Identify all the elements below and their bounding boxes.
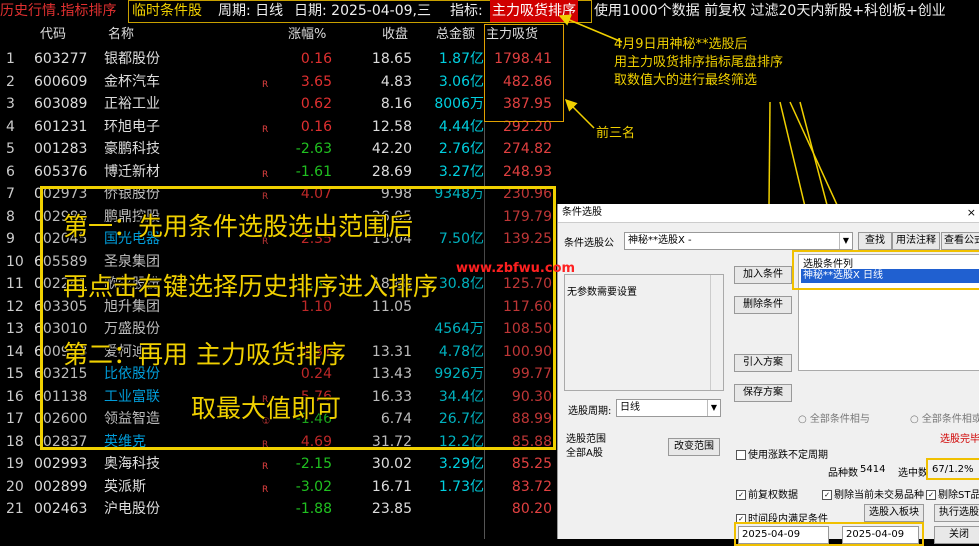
parameter-area: 无参数需要设置 — [564, 274, 724, 391]
period-select-label: 选股周期: — [568, 406, 612, 417]
pick-done-status: 选股完毕 — [940, 434, 979, 445]
arrow-to-indicator — [558, 14, 623, 43]
stock-count-value: 5414 — [860, 464, 886, 475]
radio-all-or-label: 全部条件相或 — [921, 414, 979, 425]
instruction-line-1: 第一：先用条件选股选出范围后 — [63, 212, 414, 241]
chk-remove-suspended[interactable]: ✓ 剔除当前未交易品种 — [822, 486, 924, 501]
checkbox[interactable] — [736, 450, 746, 460]
save-scheme-button[interactable]: 保存方案 — [734, 384, 792, 402]
chevron-down-icon[interactable]: ▼ — [707, 400, 720, 416]
range-label: 选股范围 — [566, 434, 606, 445]
instruction-line-3: 第二：再用 主力吸货排序 — [63, 340, 346, 369]
radio-all-or[interactable]: ○ 全部条件相或 — [910, 410, 979, 425]
search-button[interactable]: 查找 — [858, 232, 892, 250]
formula-value: 神秘**选股X - — [628, 235, 692, 246]
close-icon[interactable]: × — [967, 204, 976, 222]
chk-variable-period[interactable]: 使用涨跌不定周期 — [736, 446, 828, 461]
period-select[interactable]: 日线 ▼ — [616, 399, 721, 417]
dialog-title: 条件选股 — [562, 207, 602, 218]
chk-remove-st[interactable]: ✓剔除ST品种 — [926, 486, 979, 501]
scrollbar[interactable] — [710, 275, 723, 390]
add-condition-button[interactable]: 加入条件 — [734, 266, 792, 284]
chk-variable-period-label: 使用涨跌不定周期 — [748, 450, 828, 461]
radio-all-and-label: 全部条件相与 — [809, 414, 870, 425]
add-to-board-button[interactable]: 选股入板块 — [864, 504, 924, 522]
selected-count-label: 选中数 — [898, 468, 928, 479]
formula-select[interactable]: 神秘**选股X - ▼ — [624, 232, 853, 250]
radio-all-and[interactable]: ○ 全部条件相与 — [798, 410, 870, 425]
chk-prev-adjust-label: 前复权数据 — [748, 490, 798, 501]
checkbox[interactable]: ✓ — [822, 490, 832, 500]
view-formula-button[interactable]: 查看公式 — [941, 232, 979, 250]
instruction-line-4: 取最大值即可 — [191, 394, 342, 423]
arrow-to-top3 — [564, 98, 595, 129]
import-scheme-button[interactable]: 引入方案 — [734, 354, 792, 372]
dialog-titlebar[interactable]: 条件选股 × — [558, 204, 979, 223]
watermark: www.zbfwu.com — [456, 261, 576, 276]
instruction-line-2: 再点击右键选择历史排序进入排序 — [63, 272, 439, 301]
execute-button[interactable]: 执行选股 — [934, 504, 979, 522]
change-range-button[interactable]: 改变范围 — [668, 438, 720, 456]
date-highlight-box — [734, 522, 924, 546]
usage-button[interactable]: 用法注释 — [892, 232, 940, 250]
checkbox[interactable]: ✓ — [926, 490, 936, 500]
period-select-value: 日线 — [620, 402, 640, 413]
range-value: 全部A股 — [566, 448, 603, 459]
chk-remove-st-label: 剔除ST品种 — [938, 490, 979, 501]
close-button[interactable]: 关闭 — [934, 526, 979, 544]
delete-condition-button[interactable]: 删除条件 — [734, 296, 792, 314]
condition-highlight-box — [792, 250, 979, 290]
checkbox[interactable]: ✓ — [736, 490, 746, 500]
parameter-text: 无参数需要设置 — [567, 287, 637, 298]
formula-label: 条件选股公 — [564, 238, 614, 249]
chk-remove-suspended-label: 剔除当前未交易品种 — [834, 490, 924, 501]
stock-count-label: 品种数 — [828, 468, 858, 479]
instruction-overlay: 第一：先用条件选股选出范围后 再点击右键选择历史排序进入排序 第二：再用 主力吸… — [40, 186, 556, 450]
condition-picker-dialog: 条件选股 × 条件选股公 神秘**选股X - ▼ 查找 用法注释 查看公式 无参… — [557, 204, 979, 546]
chk-prev-adjust[interactable]: ✓ 前复权数据 — [736, 486, 798, 501]
selected-count-highlight — [926, 458, 979, 480]
chevron-down-icon[interactable]: ▼ — [839, 233, 852, 249]
